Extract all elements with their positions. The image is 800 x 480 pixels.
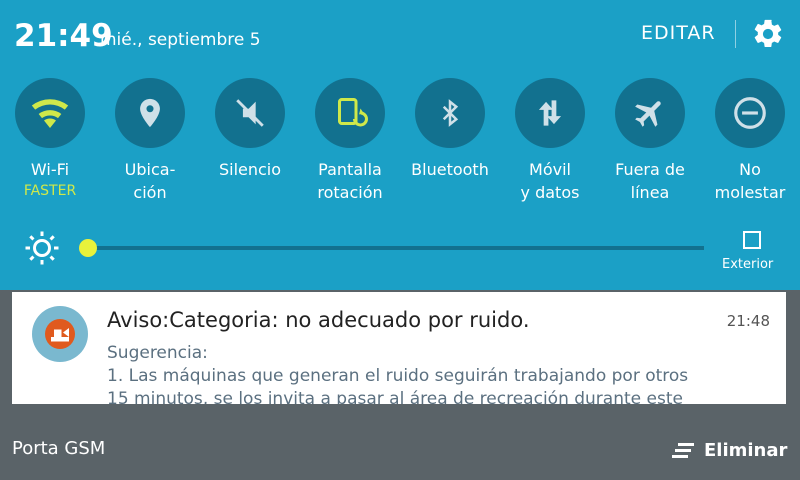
divider (735, 20, 736, 48)
quick-settings-panel: 21:49 mié., septiembre 5 EDITAR Wi-Fi FA… (0, 0, 800, 290)
mute-icon (215, 78, 285, 148)
tile-wifi[interactable]: Wi-Fi FASTER (0, 78, 100, 201)
tile-label: Wi-Fi (30, 160, 70, 179)
bluetooth-icon (415, 78, 485, 148)
do-not-disturb-icon (715, 78, 785, 148)
tile-mobile-data[interactable]: Móvil y datos (500, 78, 600, 204)
mobile-data-icon (515, 78, 585, 148)
tile-rotation[interactable]: Pantalla rotación (300, 78, 400, 204)
outdoor-mode-label: Exterior (722, 257, 774, 272)
date-label: mié., septiembre 5 (100, 30, 261, 50)
notification-line: 1. Las máquinas que generan el ruido seg… (107, 366, 689, 386)
tile-label-line: ción (133, 183, 167, 202)
gear-icon[interactable] (751, 17, 785, 51)
notification-body: Sugerencia: 1. Las máquinas que generan … (107, 342, 767, 404)
brightness-slider[interactable] (86, 246, 704, 250)
tile-label: Móvil y datos (500, 158, 600, 204)
tile-bluetooth[interactable]: Bluetooth (400, 78, 500, 181)
tile-label: Bluetooth (411, 160, 489, 179)
tile-airplane[interactable]: Fuera de línea (600, 78, 700, 204)
location-icon (115, 78, 185, 148)
notification-line: 15 minutos, se los invita a pasar al áre… (107, 389, 683, 404)
clear-all-label: Eliminar (704, 440, 788, 461)
wifi-network-name: FASTER (23, 183, 77, 199)
clear-all-icon (672, 442, 694, 458)
airplane-icon (615, 78, 685, 148)
tile-label-line: molestar (714, 183, 786, 202)
tile-label: No molestar (700, 158, 800, 204)
rotation-icon (315, 78, 385, 148)
tile-label: Pantalla rotación (300, 158, 400, 204)
tile-location[interactable]: Ubica- ción (100, 78, 200, 204)
brightness-icon (25, 231, 59, 265)
tile-label: Ubica- ción (100, 158, 200, 204)
tile-label-line: y datos (520, 183, 580, 202)
notification-time: 21:48 (726, 312, 770, 330)
tile-label-line: Móvil (529, 160, 571, 179)
app-icon (32, 306, 88, 362)
notification-card[interactable]: Aviso:Categoria: no adecuado por ruido. … (12, 292, 786, 404)
outdoor-mode-checkbox[interactable] (743, 231, 761, 249)
notification-title: Aviso:Categoria: no adecuado por ruido. (107, 308, 530, 332)
edit-button[interactable]: EDITAR (641, 22, 716, 44)
tile-label-line: Fuera de (615, 160, 685, 179)
tile-do-not-disturb[interactable]: No molestar (700, 78, 800, 204)
wifi-icon (15, 78, 85, 148)
clear-all-button[interactable]: Eliminar (672, 440, 787, 461)
tile-label: Silencio (218, 160, 282, 179)
brightness-slider-handle[interactable] (79, 239, 97, 257)
tile-label-line: Pantalla (318, 160, 382, 179)
tile-label-line: rotación (317, 183, 383, 202)
tile-label-line: Ubica- (124, 160, 176, 179)
carrier-label: Porta GSM (12, 438, 106, 459)
clock: 21:49 (14, 18, 113, 54)
tile-label-line: línea (630, 183, 670, 202)
tile-label: Fuera de línea (600, 158, 700, 204)
tile-silence[interactable]: Silencio (200, 78, 300, 181)
notification-line: Sugerencia: (107, 343, 208, 363)
tile-label-line: No (739, 160, 761, 179)
